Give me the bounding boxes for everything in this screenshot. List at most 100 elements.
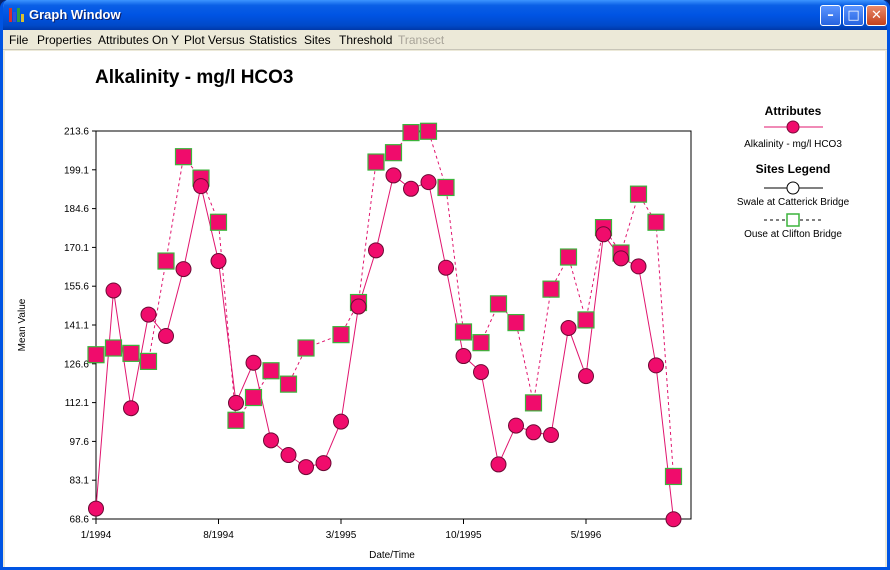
square-point xyxy=(454,323,473,341)
square-point xyxy=(104,339,123,357)
graph-window: Graph Window – □ ✕ File Properties Attri… xyxy=(0,0,890,570)
circle-point xyxy=(315,455,332,472)
legend-attribute-name: Alkalinity - mg/l HCO3 xyxy=(744,139,842,150)
circle-point xyxy=(105,282,122,299)
square-point xyxy=(139,352,158,370)
circle-point xyxy=(438,259,454,276)
square-point xyxy=(577,311,595,329)
series-line-2 xyxy=(95,130,674,477)
square-point xyxy=(227,411,245,429)
y-tick-label: 184.6 xyxy=(64,204,89,215)
square-point xyxy=(384,144,403,162)
circle-point xyxy=(123,400,139,417)
y-tick-label: 83.1 xyxy=(70,476,90,487)
series-markers xyxy=(87,122,683,528)
circle-point xyxy=(175,261,192,278)
legend-attribute-marker xyxy=(786,120,800,134)
chart-title: Alkalinity - mg/l HCO3 xyxy=(95,67,293,88)
circle-point xyxy=(490,456,507,473)
y-tick-label: 141.1 xyxy=(64,321,89,332)
square-point xyxy=(122,344,140,362)
circle-point xyxy=(245,354,262,371)
circle-point xyxy=(473,364,489,381)
circle-point xyxy=(665,511,682,528)
circle-point xyxy=(385,167,402,184)
x-tick-label: 8/1994 xyxy=(203,530,234,541)
square-point xyxy=(244,388,263,407)
circle-point xyxy=(210,253,227,270)
x-tick-label: 5/1996 xyxy=(571,530,602,541)
chart-canvas: Alkalinity - mg/l HCO3 Mean Value Date/T… xyxy=(17,67,850,561)
square-point xyxy=(262,362,280,380)
maximize-button[interactable]: □ xyxy=(843,5,864,26)
square-point xyxy=(297,339,315,357)
menu-sites[interactable]: Sites xyxy=(304,33,331,47)
legend-site-1-marker xyxy=(786,181,800,195)
x-axis: 1/1994 8/1994 3/1995 10/1995 5/1996 xyxy=(81,519,602,541)
circle-point xyxy=(455,348,472,365)
series-line-1 xyxy=(95,174,674,520)
square-point xyxy=(402,124,420,142)
circle-point xyxy=(368,242,384,259)
square-point xyxy=(157,252,175,270)
chart-app-icon xyxy=(9,8,25,22)
circle-point xyxy=(630,258,647,275)
legend-site-2-marker xyxy=(786,213,800,227)
circle-point xyxy=(193,178,209,195)
legend-attributes-title: Attributes xyxy=(765,104,822,118)
y-axis: 68.6 83.1 97.6 112.1 126.6 141.1 155.6 170.1 184… xyxy=(64,127,96,526)
square-point xyxy=(524,394,543,412)
y-tick-label: 68.6 xyxy=(70,515,90,526)
title-bar[interactable]: Graph Window – □ ✕ xyxy=(3,0,887,30)
legend-sites-title: Sites Legend xyxy=(756,162,831,176)
square-point xyxy=(87,346,105,364)
circle-point xyxy=(263,432,279,449)
square-point xyxy=(489,295,508,313)
circle-point xyxy=(508,417,524,434)
minimize-button[interactable]: – xyxy=(820,5,841,26)
square-point xyxy=(419,122,438,140)
square-point xyxy=(664,467,683,486)
square-point xyxy=(209,213,228,231)
circle-point xyxy=(280,447,297,464)
menu-threshold[interactable]: Threshold xyxy=(339,33,392,47)
legend: Attributes Alkalinity - mg/l HCO3 Sites … xyxy=(737,104,850,240)
circle-point xyxy=(578,368,594,385)
circle-point xyxy=(140,306,157,323)
graph-area: Alkalinity - mg/l HCO3 Mean Value Date/T… xyxy=(5,51,885,567)
square-point xyxy=(472,334,490,352)
circle-point xyxy=(403,180,419,197)
circle-point xyxy=(648,357,664,374)
close-icon: ✕ xyxy=(871,8,882,23)
x-tick-label: 3/1995 xyxy=(326,530,357,541)
y-tick-label: 112.1 xyxy=(65,398,90,409)
close-button[interactable]: ✕ xyxy=(866,5,887,26)
circle-point xyxy=(88,500,104,517)
maximize-icon: □ xyxy=(847,8,860,23)
square-point xyxy=(367,153,385,171)
y-tick-label: 97.6 xyxy=(70,437,90,448)
square-point xyxy=(174,148,193,166)
menu-attributes-on-y[interactable]: Attributes On Y xyxy=(98,33,179,47)
square-point xyxy=(629,185,648,203)
circle-point xyxy=(525,424,542,441)
circle-point xyxy=(333,413,349,430)
menu-plot-versus[interactable]: Plot Versus xyxy=(184,33,245,47)
circle-point xyxy=(420,174,437,191)
menu-statistics[interactable]: Statistics xyxy=(249,33,297,47)
window-title: Graph Window xyxy=(29,7,121,22)
square-point xyxy=(437,178,455,197)
circle-point xyxy=(158,327,174,344)
menu-file[interactable]: File xyxy=(9,33,28,47)
menu-properties[interactable]: Properties xyxy=(37,33,92,47)
circle-point xyxy=(228,394,244,411)
y-tick-label: 155.6 xyxy=(64,282,89,293)
y-axis-label: Mean Value xyxy=(17,298,28,351)
legend-site-2-name: Ouse at Clifton Bridge xyxy=(744,229,842,240)
menu-bar: File Properties Attributes On Y Plot Ver… xyxy=(3,30,887,50)
square-point xyxy=(559,248,578,266)
y-tick-label: 170.1 xyxy=(64,243,89,254)
x-tick-label: 1/1994 xyxy=(81,530,112,541)
circle-point xyxy=(595,226,612,243)
square-point xyxy=(332,326,350,344)
